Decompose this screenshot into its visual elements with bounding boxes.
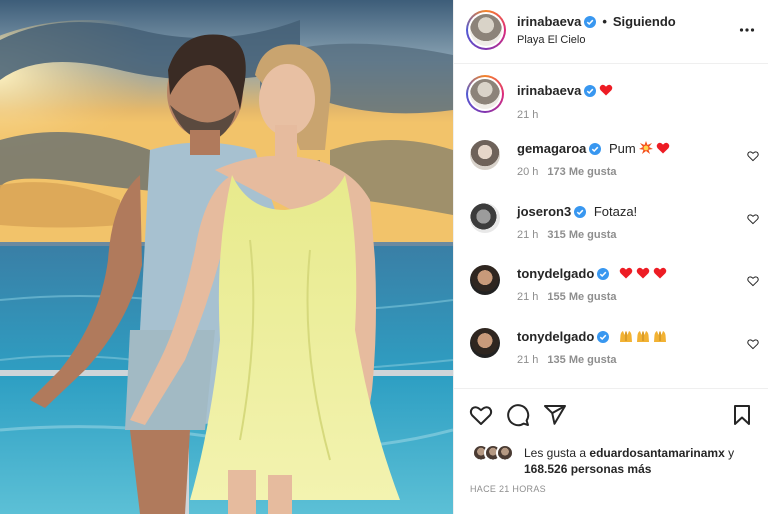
comment-meta: 20 h 173 Me gusta [517,166,617,178]
caption-author-avatar[interactable] [466,75,504,113]
comment-text: joseron3 Fotaza! [517,204,637,219]
comments-list: irinabaeva 21 h gemagaroa Pum 20 h 173 Me… [454,65,768,387]
raising-hands-icon [619,331,632,342]
author-avatar[interactable] [466,10,506,50]
verified-badge-icon [589,143,602,155]
verified-badge-icon [574,206,587,218]
comment-time: 20 h [517,166,539,178]
red-heart-icon [600,84,613,96]
raising-hands-icon [636,331,649,342]
ellipsis-icon[interactable] [739,22,755,38]
comment-likes[interactable]: 155 Me gusta [547,291,616,303]
comment-username[interactable]: joseron3 [517,204,571,219]
comment-text: tonydelgado [517,329,667,344]
comment-time: 21 h [517,291,539,303]
caption-text: irinabaeva [517,83,613,98]
bookmark-icon[interactable] [730,403,754,427]
post-location[interactable]: Playa El Cielo [517,34,585,46]
instagram-post-modal: irinabaeva • Siguiendo Playa El Cielo irin… [0,0,768,514]
verified-badge-icon [584,16,597,28]
heart-outline-icon[interactable] [469,403,493,427]
paper-plane-icon[interactable] [543,403,567,427]
post-timestamp[interactable]: HACE 21 HORAS [470,484,546,494]
red-heart-icon [619,267,633,279]
author-line: irinabaeva • Siguiendo [517,14,676,29]
comment-item: joseron3 Fotaza! 21 h 315 Me gusta [454,203,768,253]
author-username[interactable]: irinabaeva [517,14,581,29]
comment-likes[interactable]: 315 Me gusta [547,229,616,241]
comment-body: Pum [609,141,636,156]
verified-badge-icon [584,85,597,97]
likes-summary: Les gusta a eduardosantamarinamx y 168.5… [524,445,760,477]
post-side-panel: irinabaeva • Siguiendo Playa El Cielo irin… [453,0,768,514]
caption-meta: 21 h [517,109,538,121]
sunset-couple-image [0,0,453,514]
post-photo[interactable] [0,0,453,514]
verified-badge-icon [597,268,610,280]
likes-prefix: Les gusta a [524,446,587,460]
comment-time: 21 h [517,229,539,241]
comment-meta: 21 h 135 Me gusta [517,354,617,366]
comment-meta: 21 h 315 Me gusta [517,229,617,241]
red-heart-icon [636,267,650,279]
caption: irinabaeva 21 h [454,75,768,125]
commenter-avatar[interactable] [470,328,500,358]
comment-item: tonydelgado 21 h 155 Me gusta [454,265,768,315]
comment-time: 21 h [517,354,539,366]
commenter-avatar[interactable] [470,203,500,233]
commenter-avatar[interactable] [470,265,500,295]
commenter-avatar[interactable] [470,140,500,170]
comment-meta: 21 h 155 Me gusta [517,291,617,303]
collision-icon [638,141,653,154]
liked-by-username[interactable]: eduardosantamarinamx [589,446,724,460]
separator-dot: • [602,14,607,29]
verified-badge-icon [597,331,610,343]
like-comment-heart-icon[interactable] [747,338,759,350]
comment-item: gemagaroa Pum 20 h 173 Me gusta [454,140,768,190]
comment-username[interactable]: tonydelgado [517,329,594,344]
likes-count[interactable]: 168.526 personas más [524,462,651,476]
comment-item: tonydelgado 21 h 135 Me gusta [454,328,768,378]
like-comment-heart-icon[interactable] [747,150,759,162]
comment-likes[interactable]: 135 Me gusta [547,354,616,366]
red-heart-icon [653,267,667,279]
likes-connector: y [728,446,735,460]
raising-hands-icon [653,331,666,342]
comment-body: Fotaza! [593,204,638,219]
like-comment-heart-icon[interactable] [747,213,759,225]
comment-username[interactable]: tonydelgado [517,266,594,281]
red-heart-icon [656,142,669,154]
comment-likes[interactable]: 173 Me gusta [547,166,616,178]
post-header: irinabaeva • Siguiendo Playa El Cielo [454,0,768,64]
comment-text: gemagaroa Pum [517,141,670,156]
speech-bubble-icon[interactable] [506,403,530,427]
like-comment-heart-icon[interactable] [747,275,759,287]
caption-time: 21 h [517,109,539,121]
caption-username[interactable]: irinabaeva [517,83,581,98]
comment-text: tonydelgado [517,266,667,281]
post-actions-section: Les gusta a eduardosantamarinamx y 168.5… [454,388,768,514]
liked-by-avatars[interactable] [472,444,522,464]
following-button[interactable]: Siguiendo [613,14,676,29]
comment-username[interactable]: gemagaroa [517,141,586,156]
